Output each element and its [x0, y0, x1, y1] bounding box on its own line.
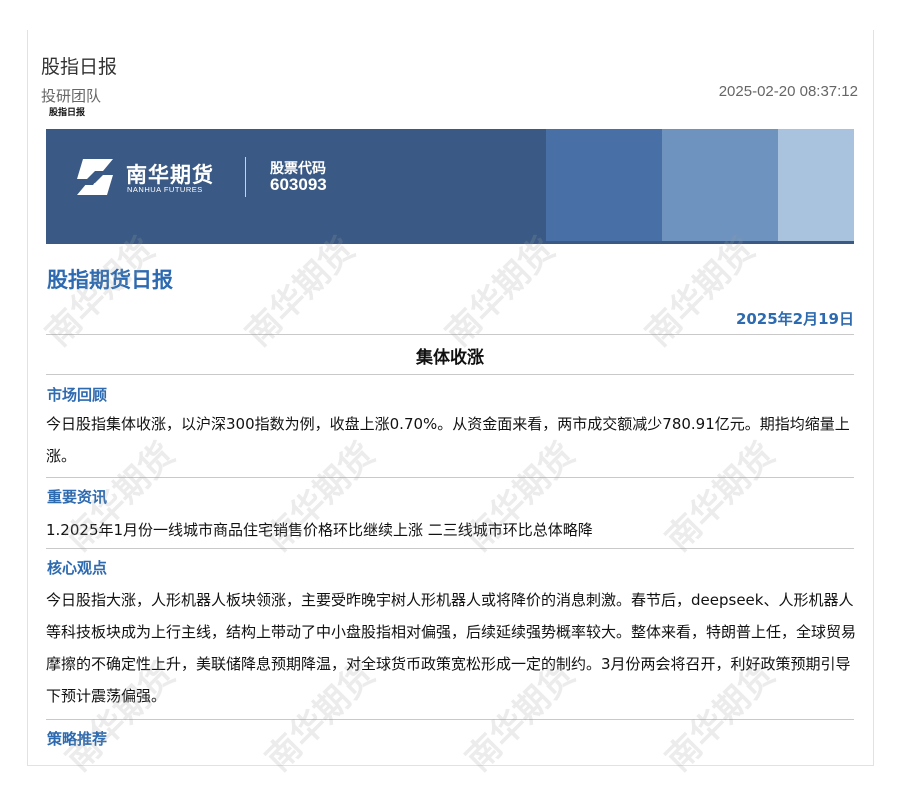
divider: [46, 374, 854, 375]
document-timestamp: 2025-02-20 08:37:12: [718, 83, 858, 100]
banner-divider: [245, 157, 246, 197]
report-date: 2025年2月19日: [735, 310, 854, 328]
section-body-market-review: 今日股指集体收涨，以沪深300指数为例，收盘上涨0.70%。从资金面来看，两市成…: [46, 415, 850, 465]
divider: [46, 548, 854, 549]
banner-rule: [46, 241, 854, 244]
divider: [46, 477, 854, 478]
banner-block: [546, 129, 662, 241]
section-heading-news: 重要资讯: [47, 488, 108, 506]
document-tag: 股指日报: [49, 108, 86, 118]
section-body-news: 1.2025年1月份一线城市商品住宅销售价格环比继续上涨 二三线城市环比总体略降: [46, 521, 593, 539]
section-heading-strategy: 策略推荐: [47, 730, 108, 748]
report-title: 股指期货日报: [47, 268, 173, 292]
report-banner: 南华期货 NANHUA FUTURES 股票代码 603093: [46, 129, 854, 241]
section-body-core-view: 今日股指大涨，人形机器人板块领涨，主要受昨晚宇树人形机器人或将降价的消息刺激。春…: [46, 591, 857, 705]
document-author: 投研团队: [41, 87, 102, 105]
stock-code-value: 603093: [270, 175, 327, 194]
divider: [46, 334, 854, 335]
document-title: 股指日报: [41, 56, 118, 78]
banner-block: [778, 129, 854, 241]
nanhua-logo-icon: [77, 159, 113, 195]
banner-block: [662, 129, 778, 241]
section-heading-core-view: 核心观点: [47, 559, 108, 577]
company-name-en: NANHUA FUTURES: [127, 185, 203, 194]
report-headline: 集体收涨: [416, 348, 484, 368]
section-heading-market-review: 市场回顾: [47, 386, 108, 404]
divider: [46, 719, 854, 720]
